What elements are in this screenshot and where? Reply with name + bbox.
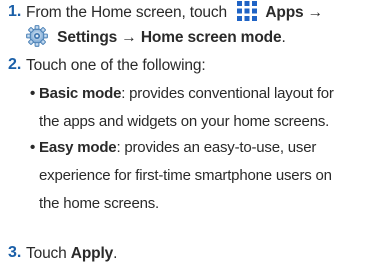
option-desc-line-1: : provides an easy-to-use, user bbox=[116, 139, 317, 156]
option-desc-line-2: the apps and widgets on your home screen… bbox=[39, 113, 330, 130]
settings-label: Settings bbox=[57, 29, 118, 47]
bullet: • bbox=[30, 139, 36, 156]
step-1-line-1: From the Home screen, touch Apps → bbox=[26, 1, 371, 23]
arrow-1: → bbox=[307, 4, 324, 22]
step-3-line: Touch Apply. bbox=[26, 244, 117, 264]
bullet: • bbox=[30, 85, 36, 102]
apps-label: Apps bbox=[265, 4, 304, 22]
option-title: Easy mode bbox=[39, 139, 117, 156]
option-desc-line-3: the home screens. bbox=[39, 195, 159, 212]
instructions: 1. From the Home screen, touch Apps → Se… bbox=[0, 0, 374, 272]
step-3-end: . bbox=[113, 245, 118, 262]
step-1-number: 1. bbox=[8, 3, 22, 20]
option-desc-line-2: experience for first-time smartphone use… bbox=[39, 167, 332, 184]
option-basic-mode: • Basic mode: provides conventional layo… bbox=[30, 80, 372, 136]
settings-gear-icon bbox=[26, 25, 48, 47]
step-3-number: 3. bbox=[8, 244, 22, 261]
apps-grid-icon bbox=[236, 1, 258, 21]
step-1-end: . bbox=[281, 29, 286, 47]
step-2-number: 2. bbox=[8, 56, 22, 73]
step-1-text: From the Home screen, touch bbox=[26, 4, 227, 22]
option-title: Basic mode bbox=[39, 85, 122, 102]
apply-label: Apply bbox=[70, 245, 114, 262]
step-2-text: Touch one of the following: bbox=[26, 57, 206, 74]
home-screen-mode-label: Home screen mode bbox=[140, 29, 282, 47]
option-desc-line-1: : provides conventional layout for bbox=[121, 85, 334, 102]
step-3-text: Touch bbox=[26, 245, 67, 262]
step-1-line-2: Settings → Home screen mode. bbox=[26, 25, 371, 49]
option-easy-mode: • Easy mode: provides an easy-to-use, us… bbox=[30, 134, 372, 218]
arrow-2: → bbox=[121, 29, 137, 47]
